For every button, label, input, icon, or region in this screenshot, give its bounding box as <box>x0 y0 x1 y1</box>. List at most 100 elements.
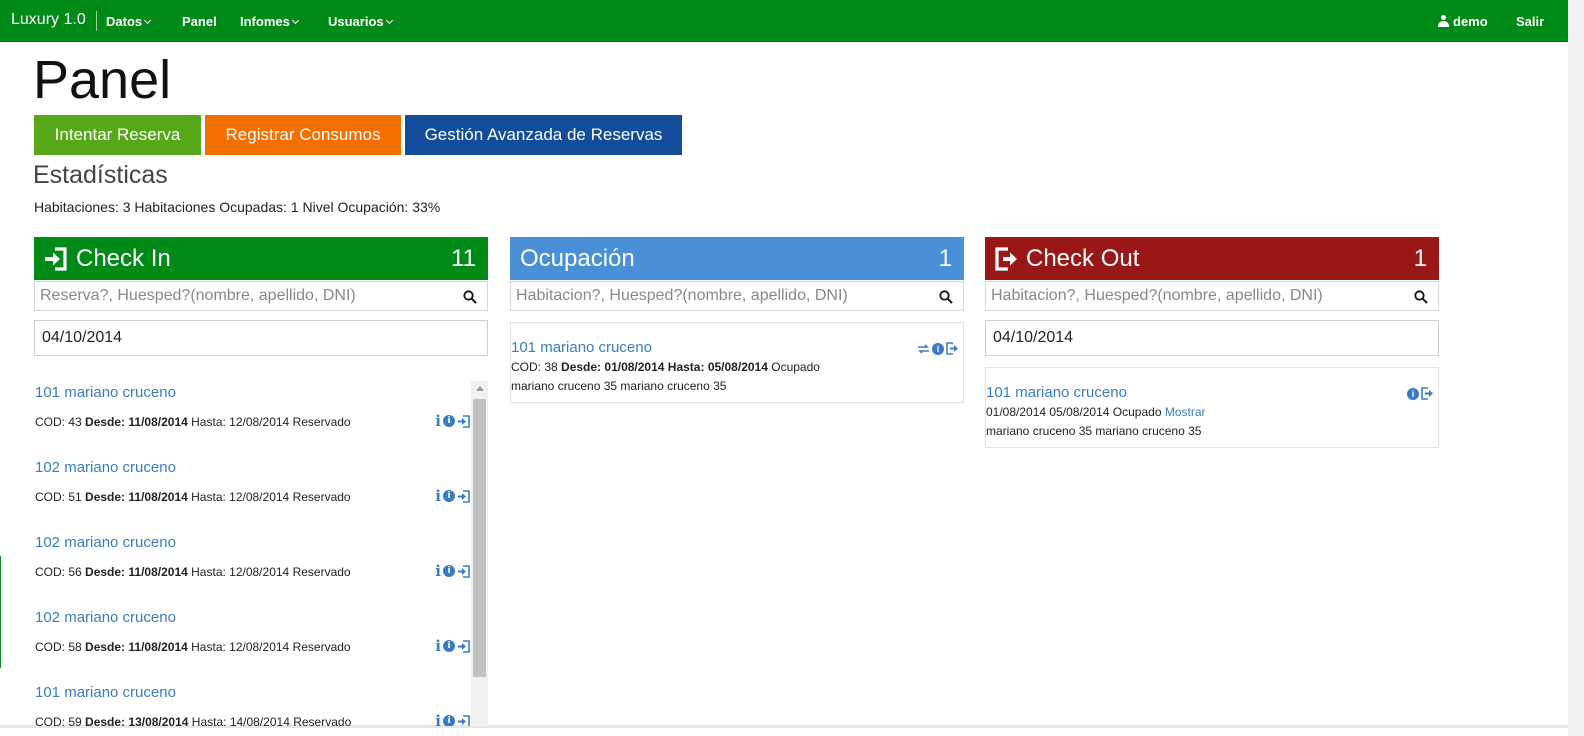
sign-out-icon[interactable] <box>1421 387 1434 400</box>
chevron-down-icon <box>385 16 393 25</box>
nav-user-label: demo <box>1453 14 1488 29</box>
sign-in-icon <box>45 247 67 271</box>
list-item: 101 mariano cruceno COD: 59 Desde: 13/08… <box>34 680 470 726</box>
info-icon[interactable]: i <box>435 714 441 727</box>
mostrar-link[interactable]: Mostrar <box>1165 405 1206 419</box>
reservation-detail: COD: 43 Desde: 11/08/2014 Hasta: 12/08/2… <box>35 415 351 429</box>
reservation-link[interactable]: 101 mariano cruceno <box>35 684 176 701</box>
reservation-link[interactable]: 102 mariano cruceno <box>35 534 176 551</box>
checkout-date-input[interactable] <box>986 321 1438 355</box>
ocupacion-card: 101 mariano cruceno COD: 38 Desde: 01/08… <box>510 322 964 403</box>
checkin-date-input[interactable] <box>35 321 487 355</box>
sign-out-icon <box>995 247 1017 271</box>
search-icon[interactable] <box>1414 290 1428 304</box>
sign-in-icon[interactable] <box>457 564 470 578</box>
search-icon[interactable] <box>939 290 953 304</box>
checkout-link[interactable]: 101 mariano cruceno <box>986 384 1127 401</box>
item-actions: i i <box>435 639 470 654</box>
sign-in-icon[interactable] <box>457 639 470 653</box>
checkout-panel-header: Check Out 1 <box>985 237 1439 280</box>
sign-in-icon[interactable] <box>457 714 470 727</box>
nav-infomes-dropdown[interactable]: Infomes <box>240 14 299 29</box>
ocupacion-search-input[interactable] <box>511 282 931 310</box>
gestion-avanzada-button[interactable]: Gestión Avanzada de Reservas <box>405 115 682 155</box>
checkout-search-input[interactable] <box>986 282 1406 310</box>
nav-panel-label: Panel <box>182 14 217 29</box>
left-edge-line <box>0 556 1 668</box>
checkin-date-box <box>34 320 488 356</box>
swap-icon[interactable] <box>917 343 930 355</box>
registrar-consumos-button[interactable]: Registrar Consumos <box>205 115 401 155</box>
checkout-date-box <box>985 320 1439 356</box>
nav-user-link[interactable]: demo <box>1438 14 1488 29</box>
reservation-detail: COD: 59 Desde: 13/08/2014 Hasta: 14/08/2… <box>35 715 352 726</box>
checkin-count: 11 <box>451 245 476 272</box>
nav-datos-label: Datos <box>106 14 143 29</box>
list-item: 102 mariano cruceno COD: 56 Desde: 11/08… <box>34 530 470 600</box>
nav-logout-link[interactable]: Salir <box>1516 14 1544 29</box>
nav-infomes-label: Infomes <box>240 14 290 29</box>
stats-summary: Habitaciones: 3 Habitaciones Ocupadas: 1… <box>34 199 441 215</box>
reservation-link[interactable]: 101 mariano cruceno <box>35 384 176 401</box>
list-item: 101 mariano cruceno COD: 43 Desde: 11/08… <box>34 380 470 450</box>
checkout-card: 101 mariano cruceno 01/08/2014 05/08/201… <box>985 367 1439 448</box>
info-circle-icon[interactable]: i <box>1407 387 1419 400</box>
top-navbar: Luxury 1.0 Datos Panel Infomes Usuarios … <box>0 0 1568 42</box>
ocupacion-panel-header: Ocupación 1 <box>510 237 964 280</box>
info-circle-icon[interactable]: i <box>443 640 455 652</box>
info-circle-icon[interactable]: i <box>932 342 944 355</box>
list-item: 102 mariano cruceno COD: 51 Desde: 11/08… <box>34 455 470 525</box>
chevron-down-icon <box>144 16 152 25</box>
info-circle-icon[interactable]: i <box>443 415 455 427</box>
nav-datos-dropdown[interactable]: Datos <box>106 14 152 29</box>
checkout-count: 1 <box>1413 245 1427 272</box>
item-actions: i i <box>435 414 470 429</box>
stats-title: Estadísticas <box>33 161 168 189</box>
sign-out-icon[interactable] <box>946 342 959 355</box>
nav-usuarios-label: Usuarios <box>328 14 384 29</box>
reservation-link[interactable]: 102 mariano cruceno <box>35 459 176 476</box>
chevron-down-icon <box>291 16 299 25</box>
occupancy-detail: COD: 38 Desde: 01/08/2014 Hasta: 05/08/2… <box>511 360 820 374</box>
page-scrollbar[interactable] <box>1568 0 1584 736</box>
sign-in-icon[interactable] <box>457 489 470 503</box>
search-icon[interactable] <box>463 290 477 304</box>
info-icon[interactable]: i <box>435 564 441 579</box>
ocupacion-count: 1 <box>938 245 952 272</box>
checkout-guests: mariano cruceno 35 mariano cruceno 35 <box>986 424 1202 438</box>
reservation-detail: COD: 56 Desde: 11/08/2014 Hasta: 12/08/2… <box>35 565 351 579</box>
occupancy-guests: mariano cruceno 35 mariano cruceno 35 <box>511 379 727 393</box>
info-icon[interactable]: i <box>435 639 441 654</box>
checkin-panel-header: Check In 11 <box>34 237 488 280</box>
info-icon[interactable]: i <box>435 489 441 504</box>
scroll-up-arrow-icon[interactable] <box>476 386 484 391</box>
sign-in-icon[interactable] <box>457 414 470 428</box>
page-title: Panel <box>33 50 172 110</box>
checkin-list-scroll-thumb[interactable] <box>473 399 486 677</box>
intentar-reserva-button[interactable]: Intentar Reserva <box>34 115 201 155</box>
nav-usuarios-dropdown[interactable]: Usuarios <box>328 14 393 29</box>
item-actions: i i <box>435 489 470 504</box>
occupancy-link[interactable]: 101 mariano cruceno <box>511 339 652 356</box>
checkin-search-box <box>34 281 488 311</box>
checkout-detail: 01/08/2014 05/08/2014 Ocupado Mostrar <box>986 405 1206 419</box>
info-circle-icon[interactable]: i <box>443 565 455 577</box>
checkout-title: Check Out <box>1026 245 1140 272</box>
occupancy-actions: i <box>917 342 959 355</box>
item-actions: i i <box>435 564 470 579</box>
nav-panel-link[interactable]: Panel <box>182 14 217 29</box>
checkout-search-box <box>985 281 1439 311</box>
ocupacion-title: Ocupación <box>520 245 635 272</box>
reservation-detail: COD: 51 Desde: 11/08/2014 Hasta: 12/08/2… <box>35 490 351 504</box>
info-circle-icon[interactable]: i <box>443 715 455 726</box>
info-icon[interactable]: i <box>435 414 441 429</box>
checkout-actions: i <box>1407 387 1434 400</box>
brand-divider <box>96 11 97 31</box>
checkin-search-input[interactable] <box>35 282 455 310</box>
info-circle-icon[interactable]: i <box>443 490 455 502</box>
reservation-detail: COD: 58 Desde: 11/08/2014 Hasta: 12/08/2… <box>35 640 351 654</box>
ocupacion-search-box <box>510 281 964 311</box>
reservation-link[interactable]: 102 mariano cruceno <box>35 609 176 626</box>
brand-link[interactable]: Luxury 1.0 <box>11 11 86 29</box>
checkin-list[interactable]: 101 mariano cruceno COD: 43 Desde: 11/08… <box>34 380 488 726</box>
